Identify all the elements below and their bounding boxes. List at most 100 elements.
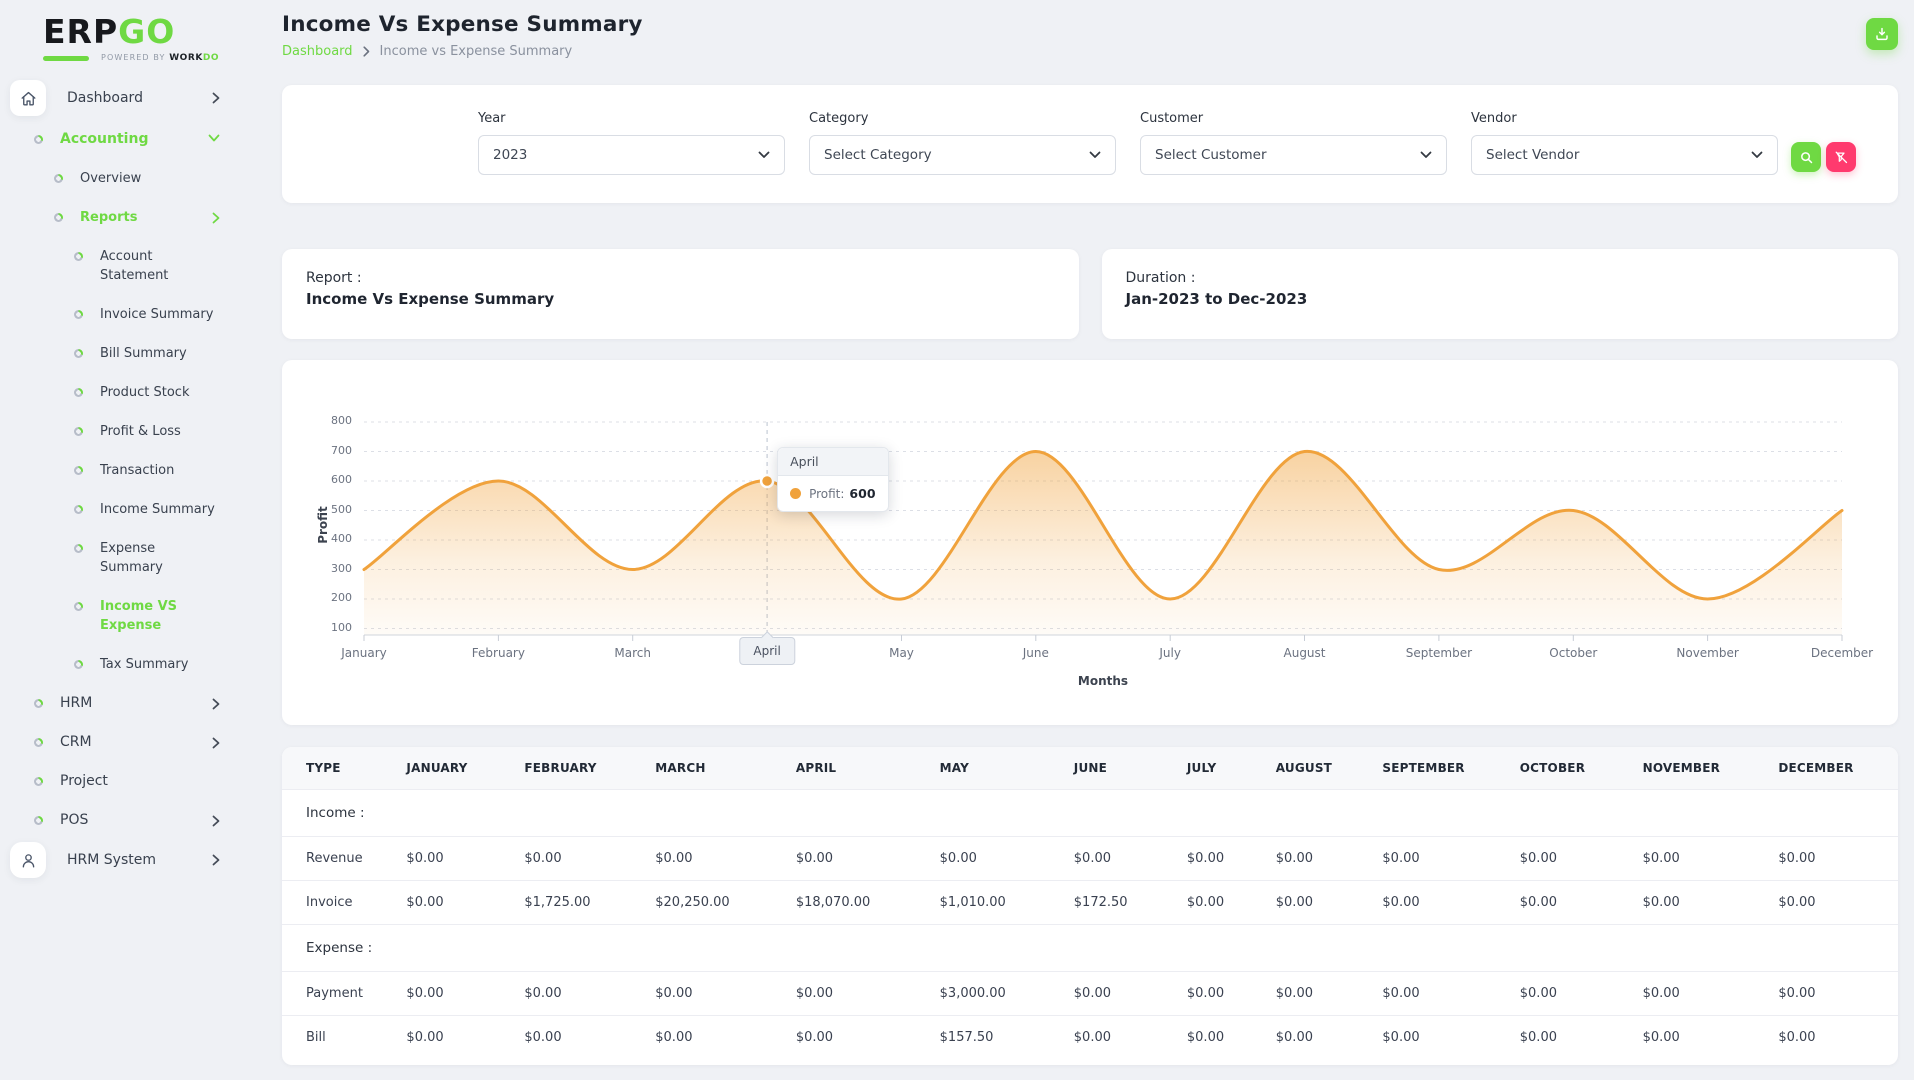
profit-area-chart[interactable]: 100 200 300 400 500 600 700 800 January February M…: [312, 390, 1873, 690]
sidebar-item-reports[interactable]: Reports: [0, 198, 280, 237]
category-label: Category: [809, 111, 869, 126]
y-axis-tick-label: 800: [331, 414, 352, 427]
amount-cell: $0.00: [1778, 1015, 1898, 1059]
search-button[interactable]: [1791, 142, 1821, 172]
amount-cell: $0.00: [1778, 971, 1898, 1016]
amount-cell: $157.50: [939, 1015, 1074, 1059]
sidebar-item-overview[interactable]: Overview: [0, 159, 280, 198]
sidebar-item-tax-summary[interactable]: Tax Summary: [0, 645, 280, 684]
nav-item-label: Dashboard: [67, 89, 143, 106]
row-type-cell: Bill: [282, 1015, 407, 1059]
app-logo[interactable]: ERPGO Powered By WORKDO: [0, 13, 280, 63]
amount-cell: $0.00: [1073, 836, 1187, 881]
year-field: Year 2023: [478, 111, 785, 177]
x-axis-label: September: [1405, 646, 1473, 660]
download-button[interactable]: [1866, 18, 1898, 50]
clear-filter-button[interactable]: [1826, 142, 1856, 172]
amount-cell: $0.00: [524, 971, 656, 1016]
section-row-expense: Expense :: [282, 924, 1898, 972]
sidebar-item-hrm-system[interactable]: HRM System: [0, 840, 280, 880]
bullet-icon: [74, 252, 83, 262]
year-selected-value: 2023: [493, 147, 528, 163]
breadcrumb-dashboard-link[interactable]: Dashboard: [282, 44, 353, 59]
sidebar-item-accounting[interactable]: Accounting: [0, 120, 280, 159]
sidebar-item-transaction[interactable]: Transaction: [0, 451, 280, 490]
y-axis-tick-label: 600: [331, 473, 352, 486]
sidebar-item-bill-summary[interactable]: Bill Summary: [0, 334, 280, 373]
breadcrumb: Dashboard Income vs Expense Summary: [282, 44, 643, 59]
year-label: Year: [478, 111, 506, 126]
category-select[interactable]: Select Category: [809, 135, 1116, 175]
breadcrumb-current: Income vs Expense Summary: [379, 44, 573, 59]
y-axis-tick-label: 100: [331, 620, 352, 634]
summary-cards-row: Report : Income Vs Expense Summary Durat…: [282, 249, 1898, 339]
sidebar-item-income-vs-expense[interactable]: Income VS Expense: [0, 587, 280, 645]
vendor-select[interactable]: Select Vendor: [1471, 135, 1778, 175]
column-header-october: OCTOBER: [1519, 747, 1643, 790]
bullet-icon: [34, 135, 43, 145]
sidebar-item-pos[interactable]: POS: [0, 801, 280, 840]
page-header: Income Vs Expense Summary Dashboard Inco…: [282, 12, 1898, 59]
section-title: Expense :: [282, 924, 1898, 972]
amount-cell: $0.00: [1275, 971, 1383, 1016]
amount-cell: $0.00: [524, 1015, 656, 1059]
sidebar-item-product-stock[interactable]: Product Stock: [0, 373, 280, 412]
bullet-icon: [74, 388, 83, 398]
duration-value: Jan-2023 to Dec-2023: [1125, 290, 1308, 308]
sidebar-item-expense-summary[interactable]: Expense Summary: [0, 529, 280, 587]
bullet-icon: [34, 777, 43, 787]
amount-cell: $0.00: [1778, 836, 1898, 881]
sidebar-item-invoice-summary[interactable]: Invoice Summary: [0, 295, 280, 334]
column-header-march: MARCH: [655, 747, 796, 790]
y-axis-tick-label: 200: [331, 591, 352, 604]
sidebar-item-account-statement[interactable]: Account Statement: [0, 237, 280, 295]
report-label: Report :: [306, 270, 362, 286]
amount-cell: $0.00: [1073, 1015, 1187, 1059]
chart-svg[interactable]: [312, 390, 1852, 642]
row-type-cell: Invoice: [282, 880, 407, 925]
bullet-icon: [74, 310, 83, 320]
x-axis-label: July: [1159, 646, 1181, 660]
sidebar-item-profit-loss[interactable]: Profit & Loss: [0, 412, 280, 451]
amount-cell: $0.00: [524, 836, 656, 881]
x-axis-label: March: [614, 646, 651, 660]
search-icon: [1799, 150, 1814, 165]
bullet-icon: [74, 660, 83, 670]
column-header-type: TYPE: [282, 747, 407, 790]
amount-cell: $0.00: [1642, 971, 1779, 1016]
amount-cell: $0.00: [1519, 1015, 1643, 1059]
amount-cell: $0.00: [1186, 1015, 1276, 1059]
tooltip-value: 600: [849, 486, 876, 501]
april-data-point[interactable]: [759, 473, 775, 489]
amount-cell: $0.00: [1186, 880, 1276, 925]
bullet-icon: [34, 816, 43, 826]
app-root: ERPGO Powered By WORKDO Dashboard Account…: [0, 0, 1914, 1080]
amount-cell: $0.00: [1778, 880, 1898, 925]
nav-item-label: Profit & Loss: [100, 424, 181, 440]
sidebar-item-crm[interactable]: CRM: [0, 723, 280, 762]
amount-cell: $172.50: [1073, 880, 1187, 925]
sidebar-item-dashboard[interactable]: Dashboard: [0, 78, 280, 118]
duration-label: Duration :: [1125, 270, 1196, 286]
amount-cell: $1,010.00: [939, 880, 1074, 925]
amount-cell: $0.00: [1519, 971, 1643, 1016]
amount-cell: $0.00: [1642, 880, 1779, 925]
vendor-label: Vendor: [1471, 111, 1517, 126]
x-axis-label: November: [1676, 646, 1739, 660]
x-axis-label: January: [341, 646, 387, 660]
bullet-icon: [74, 466, 83, 476]
customer-select[interactable]: Select Customer: [1140, 135, 1447, 175]
column-header-january: JANUARY: [406, 747, 525, 790]
sidebar-item-income-summary[interactable]: Income Summary: [0, 490, 280, 529]
column-header-may: MAY: [939, 747, 1074, 790]
sidebar-item-hrm[interactable]: HRM: [0, 684, 280, 723]
nav-item-label: Expense Summary: [100, 541, 163, 576]
chevron-right-icon: [212, 92, 220, 104]
tooltip-series-label: Profit:: [809, 486, 845, 501]
year-select[interactable]: 2023: [478, 135, 785, 175]
nav-item-label: Account Statement: [100, 249, 169, 284]
filter-actions: [1791, 111, 1856, 177]
sidebar-item-project[interactable]: Project: [0, 762, 280, 801]
amount-cell: $0.00: [795, 836, 940, 881]
chevron-down-icon: [758, 151, 770, 159]
